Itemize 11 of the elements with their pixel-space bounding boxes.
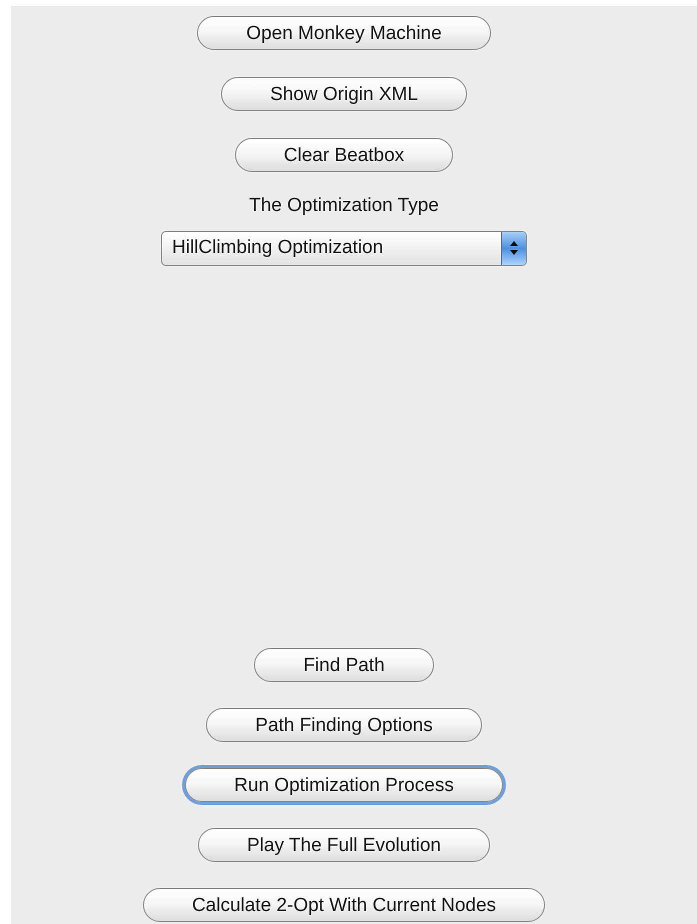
push-button[interactable]: Play The Full Evolution xyxy=(198,828,490,862)
push-button[interactable]: Clear Beatbox xyxy=(234,138,454,172)
push-button[interactable]: Calculate 2-Opt With Current Nodes xyxy=(142,888,546,922)
push-button[interactable]: Find Path xyxy=(254,648,434,682)
push-button[interactable]: Path Finding Options xyxy=(206,708,482,742)
optimization-type-dropdown[interactable]: HillClimbing Optimization xyxy=(161,230,527,266)
push-button[interactable]: Show Origin XML xyxy=(221,77,467,111)
optimization-type-label: The Optimization Type xyxy=(249,194,439,218)
push-button[interactable]: Open Monkey Machine xyxy=(197,16,491,50)
push-button[interactable]: Run Optimization Process xyxy=(185,768,503,802)
stepper-icon xyxy=(501,232,526,264)
